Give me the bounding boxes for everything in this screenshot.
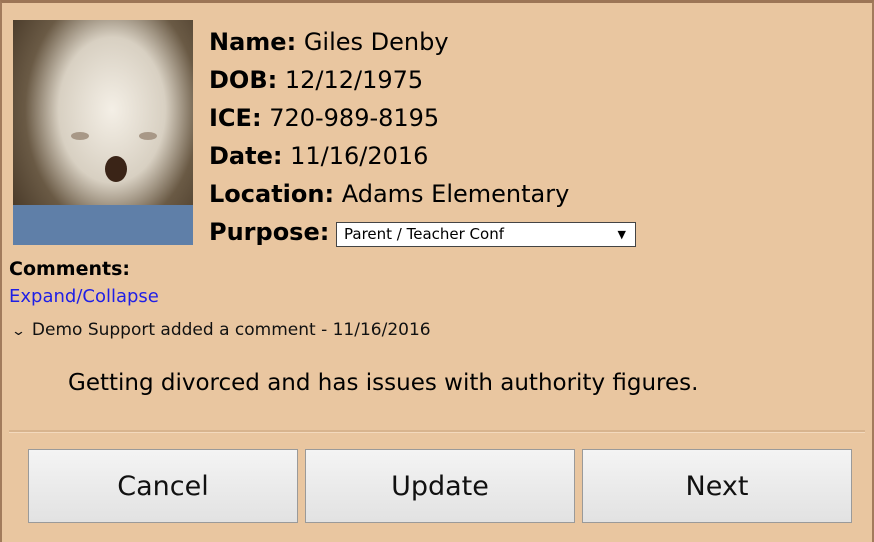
chevron-down-icon[interactable]: ▼: [618, 223, 626, 246]
update-button[interactable]: Update: [305, 449, 575, 523]
visitor-photo: [13, 20, 193, 245]
comment-body: Getting divorced and has issues with aut…: [68, 370, 699, 396]
ice-label: ICE:: [209, 104, 262, 132]
location-value: Adams Elementary: [341, 180, 570, 208]
divider: [9, 430, 865, 433]
dob-label: DOB:: [209, 66, 278, 94]
purpose-selected-value: Parent / Teacher Conf: [344, 225, 504, 243]
purpose-label: Purpose:: [209, 218, 330, 246]
expand-collapse-link[interactable]: Expand/Collapse: [9, 286, 159, 307]
comment-header[interactable]: ⌄ Demo Support added a comment - 11/16/20…: [11, 320, 431, 340]
photo-shirt: [13, 205, 193, 245]
location-label: Location:: [209, 180, 335, 208]
ice-row: ICE: 720-989-8195: [209, 99, 569, 137]
dob-row: DOB: 12/12/1975: [209, 61, 569, 99]
name-row: Name: Giles Denby: [209, 23, 569, 61]
comment-header-text: Demo Support added a comment - 11/16/201…: [31, 320, 431, 340]
photo-eye: [71, 132, 89, 140]
name-value: Giles Denby: [303, 28, 449, 56]
date-label: Date:: [209, 142, 283, 170]
photo-mouth: [105, 156, 127, 182]
date-value: 11/16/2016: [290, 142, 429, 170]
location-row: Location: Adams Elementary: [209, 175, 569, 213]
date-row: Date: 11/16/2016: [209, 137, 569, 175]
next-button[interactable]: Next: [582, 449, 852, 523]
cancel-button[interactable]: Cancel: [28, 449, 298, 523]
ice-value: 720-989-8195: [269, 104, 440, 132]
visitor-info: Name: Giles Denby DOB: 12/12/1975 ICE: 7…: [209, 23, 569, 251]
name-label: Name:: [209, 28, 297, 56]
chevron-down-icon[interactable]: ⌄: [11, 324, 26, 339]
purpose-select[interactable]: Parent / Teacher Conf ▼: [336, 222, 636, 247]
photo-eye: [139, 132, 157, 140]
comments-title: Comments:: [9, 258, 130, 280]
dob-value: 12/12/1975: [284, 66, 424, 94]
